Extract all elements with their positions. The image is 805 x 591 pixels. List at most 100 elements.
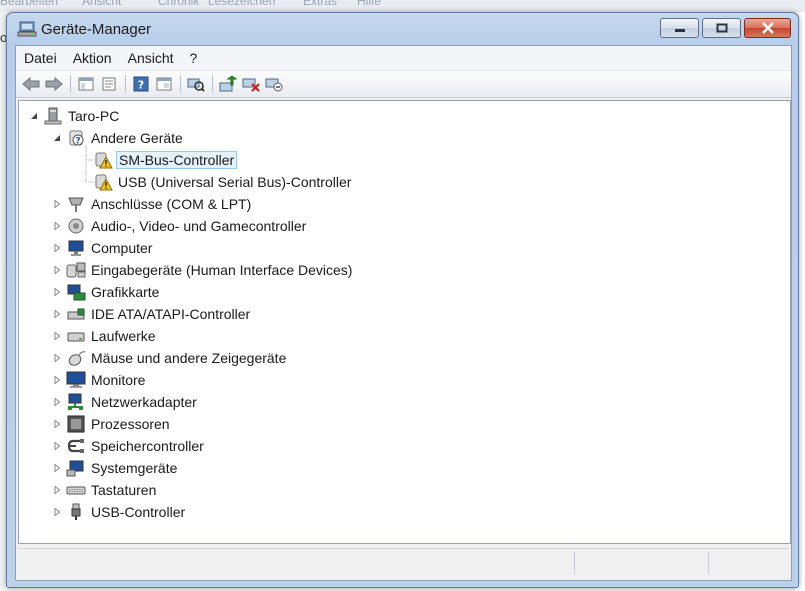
tree-label-drives: Laufwerke <box>91 328 156 344</box>
tree-row-usb-controller-unknown[interactable]: USB (Universal Serial Bus)-Controller <box>79 171 353 193</box>
tree-row-network[interactable]: Netzwerkadapter <box>52 391 199 413</box>
menu-datei[interactable]: Datei <box>16 50 65 66</box>
back-button[interactable] <box>20 74 42 94</box>
expand-triangle-icon[interactable] <box>52 485 62 495</box>
tree-label-storage: Speichercontroller <box>91 438 204 454</box>
collapse-triangle-icon[interactable] <box>52 133 62 143</box>
expand-triangle-icon[interactable] <box>52 507 62 517</box>
maximize-icon <box>716 23 727 33</box>
expand-triangle-icon[interactable] <box>52 397 62 407</box>
update-driver-icon <box>219 76 237 92</box>
system-device-icon <box>66 459 86 477</box>
device-tree[interactable]: Taro-PC ? Andere Geräte SM-Bus-Controlle… <box>18 100 791 544</box>
expand-triangle-icon[interactable] <box>52 265 62 275</box>
title-bar[interactable]: Geräte-Manager <box>7 13 798 45</box>
tree-row-computer[interactable]: Computer <box>52 237 154 259</box>
port-icon <box>66 195 86 213</box>
back-arrow-icon <box>22 77 40 91</box>
tree-row-root[interactable]: Taro-PC <box>29 105 121 127</box>
tree-row-ports[interactable]: Anschlüsse (COM & LPT) <box>52 193 253 215</box>
bg-menu-extras: Extras <box>303 0 338 8</box>
device-manager-icon <box>17 21 37 37</box>
expand-triangle-icon[interactable] <box>52 375 62 385</box>
device-manager-window: Geräte-Manager Datei Aktion Ansicht ? ? … <box>6 12 799 588</box>
close-button[interactable] <box>744 18 791 38</box>
console-tree-button[interactable] <box>75 74 97 94</box>
input-device-icon <box>66 261 86 279</box>
tree-row-hid[interactable]: Eingabegeräte (Human Interface Devices) <box>52 259 354 281</box>
mouse-icon <box>66 349 86 367</box>
tree-label-usb: USB-Controller <box>91 504 186 520</box>
bg-menu-hilfe: Hilfe <box>357 0 382 8</box>
bg-menu-chronik: Chronik <box>158 0 200 8</box>
expand-triangle-icon[interactable] <box>52 441 62 451</box>
tree-row-graphics[interactable]: Grafikkarte <box>52 281 161 303</box>
tree-row-audio[interactable]: Audio-, Video- und Gamecontroller <box>52 215 308 237</box>
tree-row-sm-bus-controller[interactable]: SM-Bus-Controller <box>79 149 238 171</box>
expand-triangle-icon[interactable] <box>52 221 62 231</box>
toolbar-separator <box>212 75 213 93</box>
window-title: Geräte-Manager <box>41 21 152 38</box>
expand-triangle-icon[interactable] <box>52 309 62 319</box>
expand-triangle-icon[interactable] <box>52 463 62 473</box>
expand-triangle-icon[interactable] <box>52 243 62 253</box>
window-controls <box>657 18 791 40</box>
keyboard-icon <box>66 481 86 499</box>
console-tree-icon <box>78 77 94 91</box>
tree-row-usb[interactable]: USB-Controller <box>52 501 187 523</box>
help-button[interactable]: ? <box>130 74 152 94</box>
menu-help[interactable]: ? <box>182 50 206 66</box>
tree-row-system[interactable]: Systemgeräte <box>52 457 179 479</box>
computer-icon <box>43 107 63 125</box>
expand-triangle-icon[interactable] <box>52 287 62 297</box>
monitor-icon <box>66 371 86 389</box>
show-hide-button[interactable] <box>153 74 175 94</box>
update-driver-button[interactable] <box>217 74 239 94</box>
tree-row-ide[interactable]: IDE ATA/ATAPI-Controller <box>52 303 252 325</box>
scan-hardware-icon <box>187 78 205 92</box>
tree-row-processors[interactable]: Prozessoren <box>52 413 172 435</box>
toolbar-separator <box>180 75 181 93</box>
scan-hardware-button[interactable] <box>185 74 207 94</box>
speaker-icon <box>66 217 86 235</box>
display-adapter-icon <box>66 283 86 301</box>
close-icon <box>761 22 774 34</box>
status-bar <box>18 548 789 577</box>
tree-row-other-devices[interactable]: ? Andere Geräte <box>52 127 185 149</box>
processor-icon <box>66 415 86 433</box>
minimize-button[interactable] <box>660 18 699 38</box>
tree-row-drives[interactable]: Laufwerke <box>52 325 158 347</box>
properties-icon <box>102 77 116 91</box>
background-browser-menubar: Bearbeiten Ansicht Chronik Lesezeichen E… <box>0 0 805 12</box>
svg-text:?: ? <box>75 137 80 147</box>
tree-row-keyboards[interactable]: Tastaturen <box>52 479 158 501</box>
tree-label-processors: Prozessoren <box>91 416 170 432</box>
tree-label-computer: Computer <box>91 240 153 256</box>
expand-triangle-icon[interactable] <box>52 331 62 341</box>
menu-aktion[interactable]: Aktion <box>65 50 120 66</box>
tree-label-audio: Audio-, Video- und Gamecontroller <box>91 218 307 234</box>
properties-button[interactable] <box>98 74 120 94</box>
maximize-button[interactable] <box>702 18 741 38</box>
disable-button[interactable] <box>263 74 285 94</box>
monitor-icon <box>66 239 86 257</box>
tree-label-graphics: Grafikkarte <box>91 284 160 300</box>
menu-ansicht[interactable]: Ansicht <box>120 50 182 66</box>
tree-row-monitors[interactable]: Monitore <box>52 369 147 391</box>
forward-button[interactable] <box>43 74 65 94</box>
expand-triangle-icon[interactable] <box>52 199 62 209</box>
tree-label-network: Netzwerkadapter <box>91 394 197 410</box>
window-client-area: Datei Aktion Ansicht ? ? Taro-PC ? Ander… <box>15 45 792 581</box>
uninstall-button[interactable] <box>240 74 262 94</box>
expand-triangle-icon[interactable] <box>52 419 62 429</box>
menu-bar: Datei Aktion Ansicht ? <box>16 46 791 71</box>
tree-row-storage[interactable]: Speichercontroller <box>52 435 206 457</box>
tree-row-mice[interactable]: Mäuse und andere Zeigegeräte <box>52 347 288 369</box>
tree-label-other-devices: Andere Geräte <box>91 130 183 146</box>
status-pane <box>574 552 575 574</box>
expand-triangle-icon[interactable] <box>52 353 62 363</box>
collapse-triangle-icon[interactable] <box>29 111 39 121</box>
forward-arrow-icon <box>45 77 63 91</box>
bg-menu-bearbeiten: Bearbeiten <box>0 0 59 8</box>
tree-label-root: Taro-PC <box>68 108 120 124</box>
